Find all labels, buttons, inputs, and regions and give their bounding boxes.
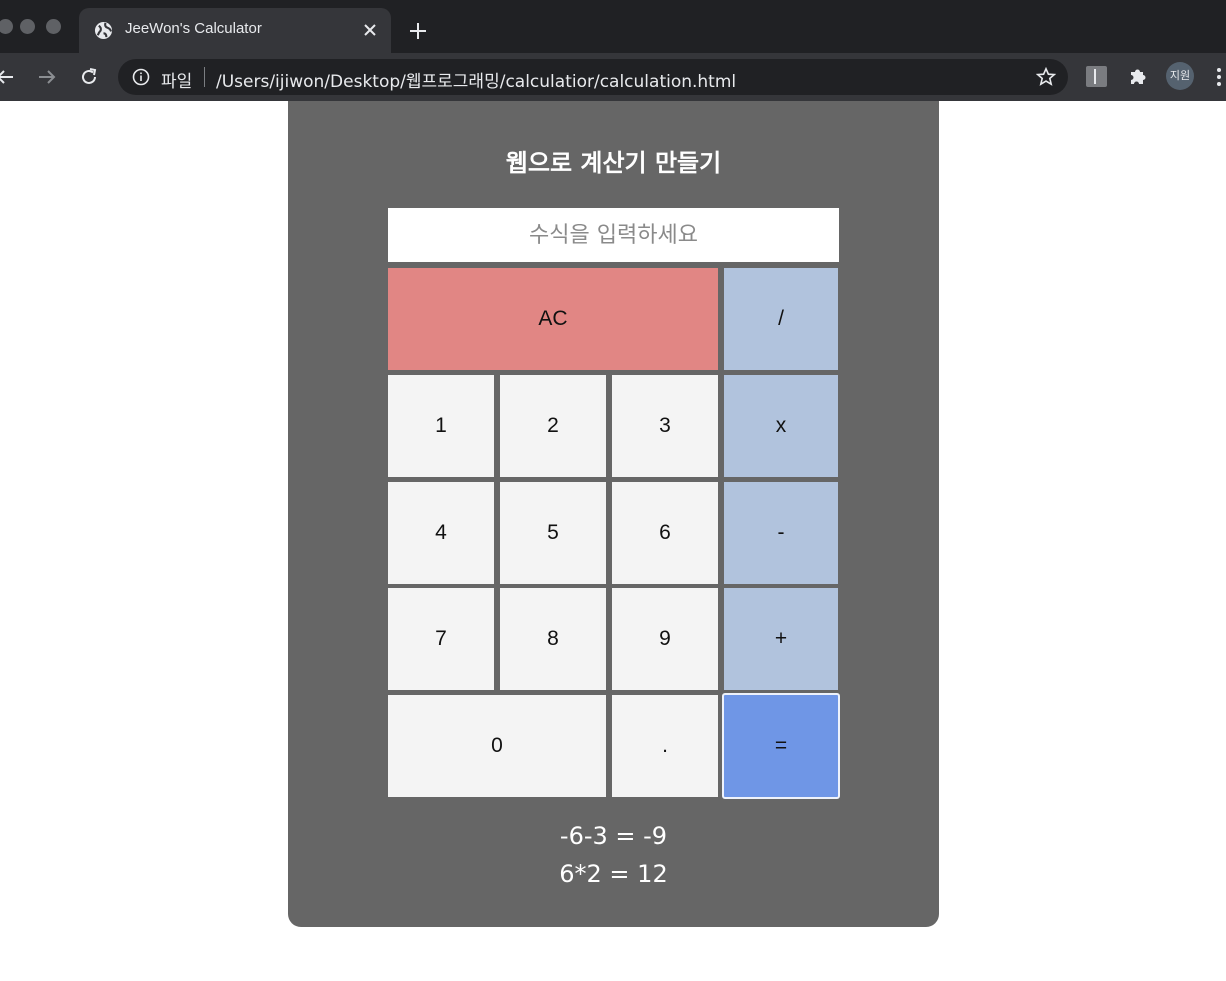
digit-9-button[interactable]: 9 [612, 588, 718, 690]
globe-icon [94, 21, 113, 40]
history-entry: -6-3 = -9 [559, 822, 668, 850]
close-icon[interactable] [362, 22, 378, 38]
page-title: 웹으로 계산기 만들기 [505, 149, 722, 177]
browser-tab-active[interactable]: JeeWon's Calculator [79, 8, 391, 53]
history-entry: 6*2 = 12 [559, 860, 668, 888]
add-button[interactable]: + [724, 588, 838, 690]
browser-tab-bar: JeeWon's Calculator [0, 0, 1226, 53]
kebab-menu-icon[interactable] [1217, 68, 1222, 88]
forward-arrow-icon[interactable] [36, 66, 58, 88]
tab-title: JeeWon's Calculator [125, 20, 262, 37]
digit-4-button[interactable]: 4 [388, 482, 494, 584]
clear-button[interactable]: AC [388, 268, 718, 370]
bookmark-star-icon[interactable] [1036, 67, 1056, 87]
digit-7-button[interactable]: 7 [388, 588, 494, 690]
reload-icon[interactable] [78, 66, 100, 88]
back-arrow-icon[interactable] [0, 66, 16, 88]
window-minimize-dot[interactable] [20, 19, 35, 34]
equals-button[interactable]: = [722, 693, 840, 799]
divide-button[interactable]: / [724, 268, 838, 370]
digit-5-button[interactable]: 5 [500, 482, 606, 584]
calculator-card: 웹으로 계산기 만들기 AC / 1 2 3 x 4 5 6 - 7 8 9 +… [288, 101, 939, 927]
decimal-button[interactable]: . [612, 695, 718, 797]
puzzle-icon[interactable] [1128, 66, 1149, 87]
scheme-label: 파일 [161, 72, 193, 92]
info-icon[interactable] [132, 68, 150, 86]
digit-6-button[interactable]: 6 [612, 482, 718, 584]
window-zoom-dot[interactable] [46, 19, 61, 34]
address-bar[interactable]: 파일 /Users/ijiwon/Desktop/웹프로그래밍/calculat… [118, 59, 1068, 95]
avatar[interactable]: 지원 [1166, 62, 1194, 90]
digit-1-button[interactable]: 1 [388, 375, 494, 477]
digit-3-button[interactable]: 3 [612, 375, 718, 477]
url-text[interactable]: /Users/ijiwon/Desktop/웹프로그래밍/calculatior… [216, 67, 736, 92]
browser-toolbar: 파일 /Users/ijiwon/Desktop/웹프로그래밍/calculat… [0, 53, 1226, 101]
calculation-history: -6-3 = -9 6*2 = 12 [288, 817, 939, 893]
address-divider [204, 67, 205, 87]
plus-icon[interactable] [408, 21, 428, 41]
digit-2-button[interactable]: 2 [500, 375, 606, 477]
expression-input[interactable] [388, 208, 839, 262]
window-close-dot[interactable] [0, 19, 13, 34]
extension-icon[interactable] [1086, 66, 1107, 87]
subtract-button[interactable]: - [724, 482, 838, 584]
digit-8-button[interactable]: 8 [500, 588, 606, 690]
digit-0-button[interactable]: 0 [388, 695, 606, 797]
multiply-button[interactable]: x [724, 375, 838, 477]
